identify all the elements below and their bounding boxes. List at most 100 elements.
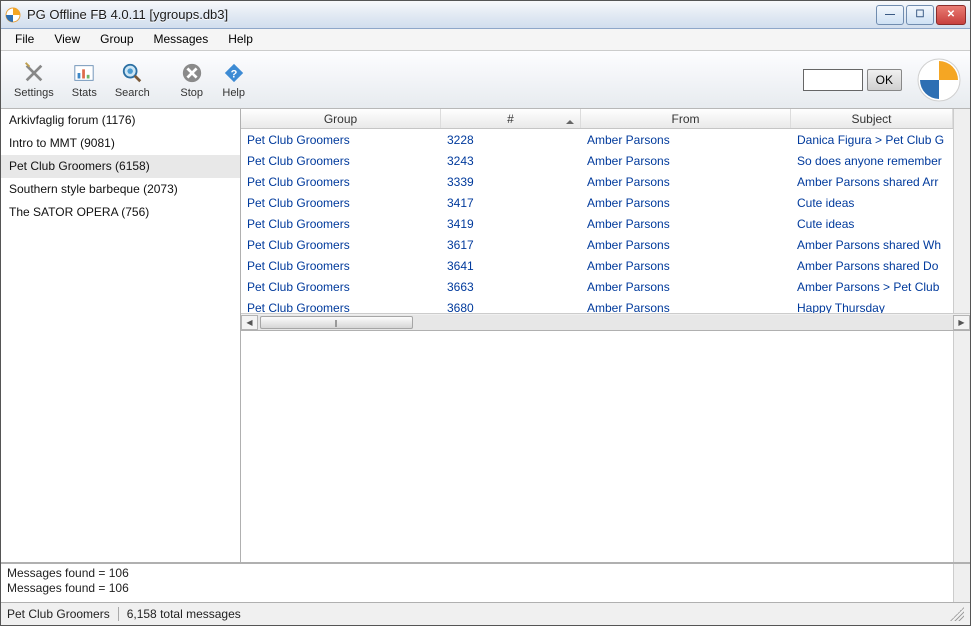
cell-from: Amber Parsons [581,301,791,314]
cell-group: Pet Club Groomers [241,133,441,147]
cell-group: Pet Club Groomers [241,217,441,231]
window-controls: — ☐ ✕ [874,5,966,25]
cell-group: Pet Club Groomers [241,280,441,294]
cell-group: Pet Club Groomers [241,238,441,252]
sidebar-item[interactable]: Arkivfaglig forum (1176) [1,109,240,132]
sidebar-item[interactable]: Southern style barbeque (2073) [1,178,240,201]
cell-group: Pet Club Groomers [241,175,441,189]
close-button[interactable]: ✕ [936,5,966,25]
menu-view[interactable]: View [44,29,90,50]
cell-number: 3641 [441,259,581,273]
cell-subject: Amber Parsons shared Arr [791,175,953,189]
help-label: Help [222,87,245,99]
stop-button[interactable]: Stop [173,58,211,102]
cell-subject: Amber Parsons shared Wh [791,238,953,252]
col-from[interactable]: From [581,109,791,128]
menu-group[interactable]: Group [90,29,143,50]
svg-text:?: ? [230,68,237,80]
cell-subject: Amber Parsons > Pet Club [791,280,953,294]
menu-messages[interactable]: Messages [144,29,219,50]
cell-group: Pet Club Groomers [241,259,441,273]
cell-from: Amber Parsons [581,196,791,210]
sidebar-item[interactable]: Intro to MMT (9081) [1,132,240,155]
resize-grip[interactable] [950,607,964,621]
col-number[interactable]: # [441,109,581,128]
scroll-left-icon[interactable]: ◀ [241,315,258,330]
stop-icon [180,61,204,85]
cell-subject: Danica Figura > Pet Club G [791,133,953,147]
table-vscroll[interactable] [953,109,970,313]
cell-subject: Happy Thursday [791,301,953,314]
cell-subject: Amber Parsons shared Do [791,259,953,273]
table-row[interactable]: Pet Club Groomers3243Amber ParsonsSo doe… [241,150,953,171]
titlebar[interactable]: PG Offline FB 4.0.11 [ygroups.db3] — ☐ ✕ [1,1,970,29]
cell-number: 3243 [441,154,581,168]
cell-from: Amber Parsons [581,133,791,147]
preview-vscroll[interactable] [953,331,970,562]
scroll-track[interactable] [258,315,953,330]
log-vscroll[interactable] [953,564,970,602]
scroll-right-icon[interactable]: ▶ [953,315,970,330]
cell-number: 3680 [441,301,581,314]
help-button[interactable]: ? Help [215,58,253,102]
cell-subject: Cute ideas [791,217,953,231]
cell-group: Pet Club Groomers [241,196,441,210]
table-header: Group # From Subject [241,109,953,129]
stats-button[interactable]: Stats [65,58,104,102]
message-table: Group # From Subject Pet Club Groomers32… [241,109,970,331]
group-sidebar: Arkivfaglig forum (1176) Intro to MMT (9… [1,109,241,562]
app-logo [916,57,962,103]
menu-help[interactable]: Help [218,29,263,50]
right-pane: Group # From Subject Pet Club Groomers32… [241,109,970,562]
table-row[interactable]: Pet Club Groomers3641Amber ParsonsAmber … [241,255,953,276]
sidebar-item[interactable]: The SATOR OPERA (756) [1,201,240,224]
cell-number: 3663 [441,280,581,294]
message-preview [241,331,970,562]
app-window: PG Offline FB 4.0.11 [ygroups.db3] — ☐ ✕… [0,0,971,626]
table-row[interactable]: Pet Club Groomers3617Amber ParsonsAmber … [241,234,953,255]
stats-label: Stats [72,87,97,99]
scroll-thumb[interactable] [260,316,413,329]
table-row[interactable]: Pet Club Groomers3680Amber ParsonsHappy … [241,297,953,313]
cell-number: 3419 [441,217,581,231]
col-subject[interactable]: Subject [791,109,953,128]
sidebar-item[interactable]: Pet Club Groomers (6158) [1,155,240,178]
menu-file[interactable]: File [5,29,44,50]
table-body: Pet Club Groomers3228Amber ParsonsDanica… [241,129,953,313]
help-icon: ? [222,61,246,85]
window-title: PG Offline FB 4.0.11 [ygroups.db3] [27,7,874,22]
cell-from: Amber Parsons [581,154,791,168]
settings-icon [22,61,46,85]
cell-from: Amber Parsons [581,217,791,231]
search-input[interactable] [803,69,863,91]
statusbar: Pet Club Groomers 6,158 total messages [1,603,970,625]
settings-button[interactable]: Settings [7,58,61,102]
table-row[interactable]: Pet Club Groomers3663Amber ParsonsAmber … [241,276,953,297]
table-row[interactable]: Pet Club Groomers3419Amber ParsonsCute i… [241,213,953,234]
cell-group: Pet Club Groomers [241,301,441,314]
log-pane: Messages found = 106 Messages found = 10… [1,563,970,603]
stats-icon [72,61,96,85]
main-area: Arkivfaglig forum (1176) Intro to MMT (9… [1,109,970,563]
cell-number: 3617 [441,238,581,252]
cell-from: Amber Parsons [581,238,791,252]
ok-button[interactable]: OK [867,69,902,91]
toolbar: Settings Stats Search Stop ? Help [1,51,970,109]
table-row[interactable]: Pet Club Groomers3228Amber ParsonsDanica… [241,129,953,150]
table-hscroll[interactable]: ◀ ▶ [241,313,970,330]
log-text: Messages found = 106 Messages found = 10… [1,564,953,602]
col-group[interactable]: Group [241,109,441,128]
cell-number: 3228 [441,133,581,147]
table-row[interactable]: Pet Club Groomers3417Amber ParsonsCute i… [241,192,953,213]
minimize-button[interactable]: — [876,5,904,25]
table-row[interactable]: Pet Club Groomers3339Amber ParsonsAmber … [241,171,953,192]
search-button[interactable]: Search [108,58,157,102]
status-total: 6,158 total messages [127,607,241,621]
cell-subject: So does anyone remember [791,154,953,168]
status-separator [118,607,119,621]
cell-from: Amber Parsons [581,259,791,273]
cell-subject: Cute ideas [791,196,953,210]
maximize-button[interactable]: ☐ [906,5,934,25]
app-icon [5,7,21,23]
stop-label: Stop [180,87,203,99]
